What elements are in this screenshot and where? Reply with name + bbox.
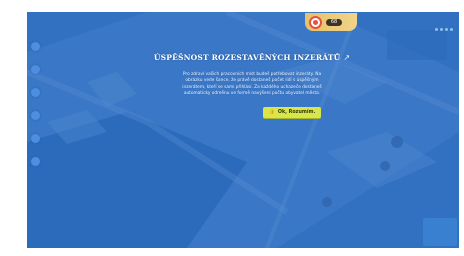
minimap[interactable] (423, 218, 457, 246)
ok-button[interactable]: 👍 Ok, Rozumím. (262, 106, 322, 118)
control-dot[interactable] (435, 28, 438, 31)
dialog-title: ÚSPĚŠNOST ROZESTAVĚNÝCH INZERÁTŮ (153, 53, 341, 62)
top-right-controls (435, 28, 453, 31)
control-dot[interactable] (450, 28, 453, 31)
control-dot[interactable] (440, 28, 443, 31)
tool-button[interactable] (31, 157, 40, 166)
info-dialog: ÚSPĚŠNOST ROZESTAVĚNÝCH INZERÁTŮ ↗ Pro zd… (152, 45, 352, 118)
dialog-body: Pro zdraví vašich pracovních míst budeš … (182, 72, 322, 97)
page-bottom-strip (0, 248, 464, 256)
tool-button[interactable] (31, 111, 40, 120)
target-icon (309, 15, 322, 29)
ok-button-label: Ok, Rozumím. (277, 109, 316, 115)
thumbs-up-icon: 👍 (268, 109, 275, 116)
tool-button[interactable] (31, 134, 40, 143)
tool-button[interactable] (31, 65, 40, 74)
dialog-badge: 68 (305, 13, 357, 31)
tool-button[interactable] (31, 42, 40, 51)
leaf-icon: ↗ (343, 53, 351, 62)
control-dot[interactable] (445, 28, 448, 31)
left-toolbar (31, 42, 41, 166)
tool-button[interactable] (31, 88, 40, 97)
game-viewport: 68 ÚSPĚŠNOST ROZESTAVĚNÝCH INZERÁTŮ ↗ Pro… (27, 12, 459, 248)
badge-pill: 68 (326, 18, 342, 26)
